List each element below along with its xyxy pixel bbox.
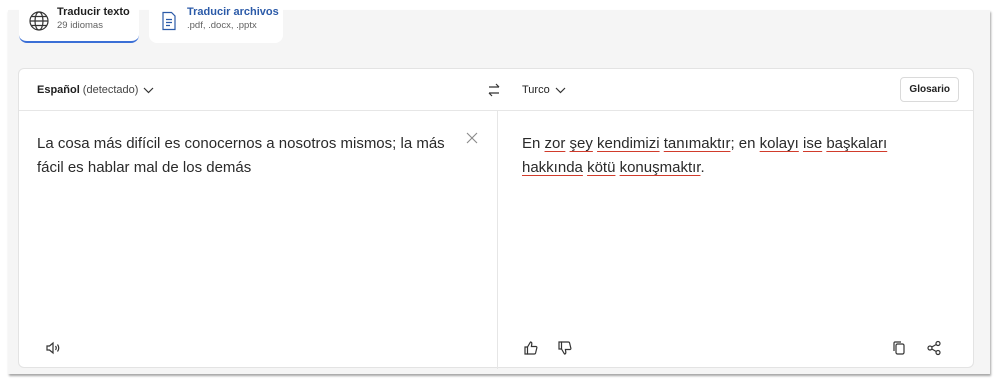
share-icon (926, 340, 942, 356)
translated-text: En zor şey kendimizi tanımaktır; en kola… (522, 132, 942, 180)
detected-label: (detectado) (82, 84, 139, 96)
tab-translate-text-label: Traducir texto (57, 6, 130, 18)
flagged-word[interactable]: tanımaktır (664, 135, 731, 152)
close-icon (466, 132, 478, 144)
chevron-down-icon (143, 87, 154, 94)
thumbs-down-icon (557, 340, 573, 356)
tab-translate-text[interactable]: Traducir texto 29 idiomas (19, 0, 139, 43)
pane-divider (497, 111, 498, 369)
source-language-selector[interactable]: Español (detectado) (37, 84, 154, 96)
flagged-word[interactable]: hakkında (522, 159, 583, 176)
thumbs-up-button[interactable] (523, 340, 539, 356)
tab-translate-files[interactable]: Traducir archivos .pdf, .docx, .pptx (149, 0, 283, 43)
clear-text-button[interactable] (466, 132, 478, 144)
speaker-icon (45, 340, 61, 356)
tab-translate-files-label: Traducir archivos (187, 6, 279, 18)
source-text-input[interactable]: La cosa más difícil es conocernos a noso… (37, 132, 457, 180)
flagged-word[interactable]: zor (545, 135, 566, 152)
flagged-word[interactable]: şey (570, 135, 593, 152)
flagged-word[interactable]: kendimizi (597, 135, 660, 152)
tab-translate-files-subtitle: .pdf, .docx, .pptx (187, 20, 257, 31)
swap-languages-button[interactable] (485, 81, 503, 99)
tab-translate-text-subtitle: 29 idiomas (57, 20, 103, 31)
chevron-down-icon (555, 87, 566, 94)
flagged-word[interactable]: başkaları (826, 135, 887, 152)
globe-icon (28, 10, 50, 32)
flagged-word[interactable]: kötü (587, 159, 615, 176)
flagged-word[interactable]: konuşmaktır (620, 159, 701, 176)
share-button[interactable] (926, 340, 942, 356)
thumbs-down-button[interactable] (557, 340, 573, 356)
copy-icon (891, 340, 907, 356)
swap-arrows-icon (485, 81, 503, 99)
document-icon (158, 10, 180, 32)
glossary-button[interactable]: Glosario (900, 77, 959, 102)
thumbs-up-icon (523, 340, 539, 356)
flagged-word[interactable]: kolayı (760, 135, 799, 152)
flagged-word[interactable]: ise (803, 135, 822, 152)
text-segment: ; en (730, 135, 760, 152)
listen-button[interactable] (45, 340, 61, 356)
text-segment: . (700, 159, 705, 176)
target-language-label: Turco (522, 84, 550, 96)
text-segment: En (522, 135, 545, 152)
copy-button[interactable] (891, 340, 907, 356)
source-language-label: Español (37, 84, 80, 96)
card-header: Español (detectado) Turco Glosario (19, 69, 973, 111)
translation-card: Español (detectado) Turco Glosario La co… (18, 68, 974, 369)
target-language-selector[interactable]: Turco (522, 84, 566, 96)
